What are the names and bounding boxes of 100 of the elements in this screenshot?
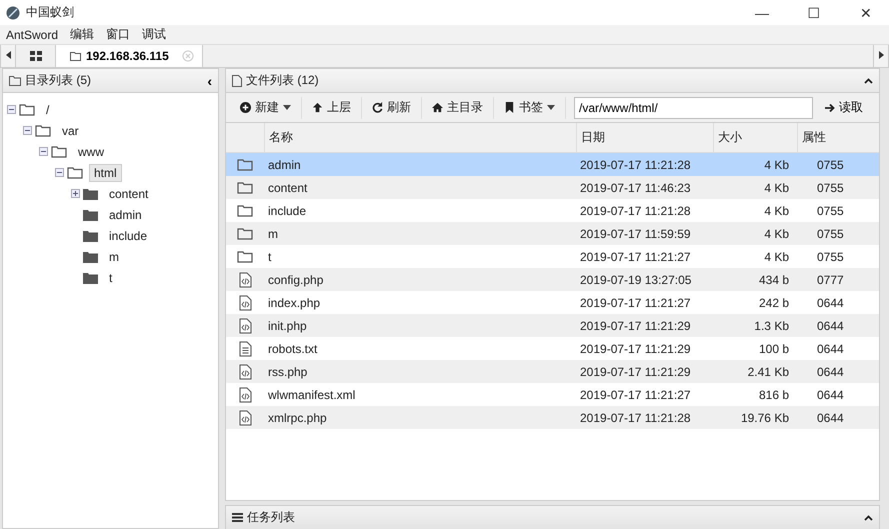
menu-item[interactable]: 窗口 bbox=[100, 26, 136, 43]
file-date: 2019-07-17 11:21:28 bbox=[579, 158, 692, 172]
folder-icon bbox=[237, 227, 253, 240]
file-size: 434 b bbox=[758, 272, 790, 286]
window-control[interactable]: ✕ bbox=[843, 0, 889, 25]
folder-icon bbox=[83, 188, 98, 200]
file-row[interactable]: m 2019-07-17 11:59:59 4 Kb 0755 bbox=[226, 222, 879, 245]
home-icon bbox=[432, 102, 443, 113]
tree-item[interactable]: m bbox=[104, 248, 124, 266]
expand-icon[interactable] bbox=[71, 189, 80, 198]
toolbar-button[interactable]: 主目录 bbox=[422, 96, 494, 118]
file-mode: 0644 bbox=[816, 388, 845, 402]
collapse-icon[interactable] bbox=[39, 147, 48, 156]
menu-item[interactable]: AntSword bbox=[0, 28, 64, 42]
menu-item[interactable]: 调试 bbox=[136, 26, 172, 43]
file-mode: 0777 bbox=[816, 272, 845, 286]
collapse-icon[interactable] bbox=[7, 105, 16, 114]
file-size: 2.41 Kb bbox=[746, 364, 790, 378]
file-name: xmlrpc.php bbox=[267, 410, 328, 424]
collapse-button[interactable]: ‹ bbox=[207, 72, 212, 88]
folder-icon bbox=[237, 158, 253, 171]
file-name: robots.txt bbox=[267, 342, 318, 356]
folder-icon bbox=[237, 204, 253, 217]
panel-title: 目录列表 (5) bbox=[25, 72, 92, 89]
list-icon bbox=[232, 513, 243, 522]
folder-icon bbox=[237, 250, 253, 263]
column-header[interactable]: 属性 bbox=[797, 123, 879, 152]
bookmark-icon bbox=[504, 102, 515, 113]
file-size: 242 b bbox=[758, 296, 790, 310]
file-mode: 0644 bbox=[816, 296, 845, 310]
file-name: t bbox=[267, 250, 272, 264]
toolbar-button[interactable]: 刷新 bbox=[362, 96, 422, 118]
file-mode: 0755 bbox=[816, 250, 845, 264]
file-name: content bbox=[267, 180, 308, 194]
file-name: wlwmanifest.xml bbox=[267, 388, 356, 402]
tree-item[interactable]: content bbox=[104, 184, 154, 202]
file-date: 2019-07-17 11:59:59 bbox=[579, 226, 692, 240]
file-row[interactable]: config.php 2019-07-19 13:27:05 434 b 0777 bbox=[226, 268, 879, 291]
folder-icon bbox=[19, 103, 35, 116]
tree-item[interactable]: admin bbox=[104, 206, 147, 224]
triangle-right-icon bbox=[878, 51, 884, 59]
tree-item[interactable]: / bbox=[41, 100, 54, 118]
code-file-icon bbox=[238, 294, 252, 310]
toolbar-button[interactable]: 新建 bbox=[230, 96, 302, 118]
file-mode: 0755 bbox=[816, 158, 845, 172]
folder-icon bbox=[83, 250, 98, 262]
column-header[interactable]: 日期 bbox=[576, 123, 713, 152]
read-button[interactable]: 读取 bbox=[813, 99, 875, 116]
path-field[interactable]: /var/www/html/ bbox=[574, 96, 813, 118]
file-size: 816 b bbox=[758, 388, 790, 402]
file-row[interactable]: rss.php 2019-07-17 11:21:29 2.41 Kb 0644 bbox=[226, 360, 879, 383]
column-header[interactable]: 名称 bbox=[264, 123, 576, 152]
file-name: index.php bbox=[267, 296, 322, 310]
refresh-icon bbox=[372, 102, 383, 113]
file-date: 2019-07-17 11:46:23 bbox=[579, 180, 692, 194]
chevron-up-icon[interactable] bbox=[864, 514, 873, 520]
toolbar-button[interactable]: 上层 bbox=[302, 96, 362, 118]
collapse-icon[interactable] bbox=[23, 126, 32, 135]
arrow-up-icon bbox=[312, 102, 323, 113]
window-control[interactable]: — bbox=[739, 0, 785, 25]
file-row[interactable]: admin 2019-07-17 11:21:28 4 Kb 0755 bbox=[226, 153, 879, 176]
folder-icon bbox=[83, 272, 98, 284]
folder-icon bbox=[70, 52, 81, 60]
file-name: include bbox=[267, 204, 308, 218]
folder-icon bbox=[237, 181, 253, 194]
file-date: 2019-07-17 11:21:28 bbox=[579, 204, 692, 218]
file-date: 2019-07-17 11:21:27 bbox=[579, 388, 692, 402]
tree-item[interactable]: include bbox=[104, 226, 152, 244]
file-row[interactable]: content 2019-07-17 11:46:23 4 Kb 0755 bbox=[226, 176, 879, 199]
folder-icon bbox=[67, 166, 83, 179]
file-name: init.php bbox=[267, 318, 308, 332]
file-row[interactable]: init.php 2019-07-17 11:21:29 1.3 Kb 0644 bbox=[226, 314, 879, 337]
tree-item[interactable]: t bbox=[104, 268, 118, 286]
tree-item[interactable]: html bbox=[89, 164, 122, 182]
scroll-right-button[interactable] bbox=[873, 45, 889, 67]
file-row[interactable]: xmlrpc.php 2019-07-17 11:21:28 19.76 Kb 0644 bbox=[226, 406, 879, 429]
chevron-up-icon[interactable] bbox=[864, 78, 873, 84]
toolbar-button[interactable]: 书签 bbox=[494, 96, 566, 118]
tree-item[interactable]: var bbox=[57, 122, 84, 140]
window-title: 中国蚁剑 bbox=[26, 4, 75, 21]
panel-title: 任务列表 bbox=[247, 509, 296, 526]
file-name: admin bbox=[267, 158, 302, 172]
file-date: 2019-07-17 11:21:29 bbox=[579, 342, 692, 356]
window-control[interactable]: ☐ bbox=[791, 0, 837, 25]
file-name: rss.php bbox=[267, 364, 308, 378]
scroll-left-button[interactable] bbox=[0, 45, 16, 67]
column-header[interactable]: 大小 bbox=[713, 123, 797, 152]
file-mode: 0644 bbox=[816, 342, 845, 356]
file-date: 2019-07-19 13:27:05 bbox=[579, 272, 692, 286]
file-mode: 0755 bbox=[816, 226, 845, 240]
tab[interactable]: 192.168.36.115 bbox=[56, 45, 203, 67]
file-size: 19.76 Kb bbox=[740, 410, 790, 424]
file-size: 4 Kb bbox=[763, 158, 790, 172]
file-mode: 0755 bbox=[816, 180, 845, 194]
tree-item[interactable]: www bbox=[73, 142, 109, 160]
collapse-icon[interactable] bbox=[55, 168, 64, 177]
code-file-icon bbox=[238, 318, 252, 334]
file-size: 4 Kb bbox=[763, 180, 790, 194]
menu-item[interactable]: 编辑 bbox=[64, 26, 100, 43]
folder-icon bbox=[83, 208, 98, 220]
